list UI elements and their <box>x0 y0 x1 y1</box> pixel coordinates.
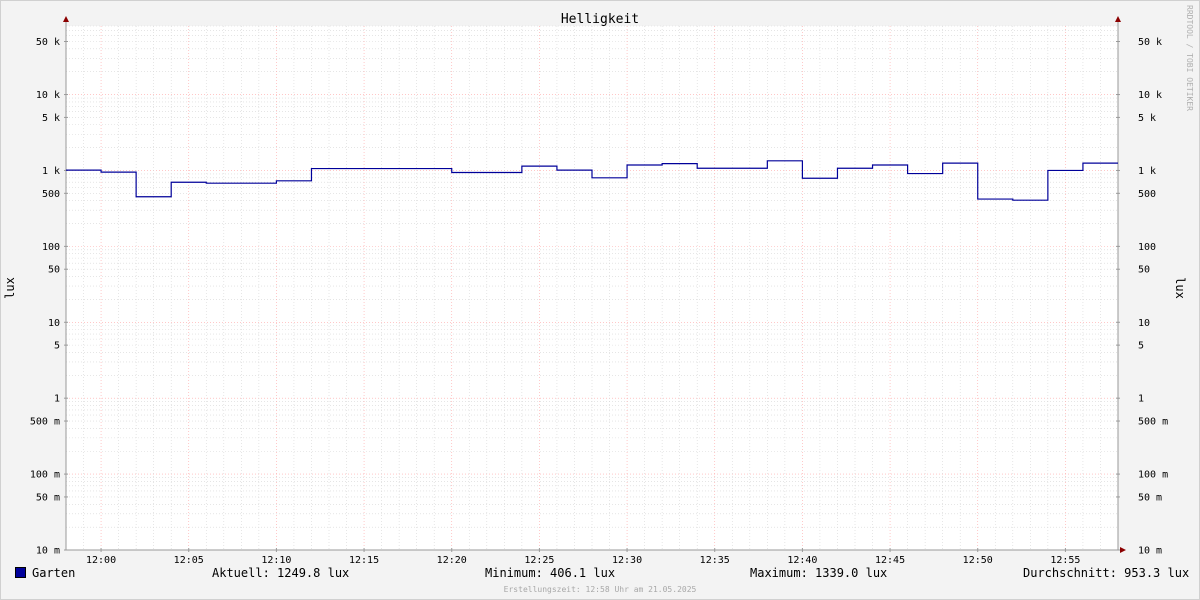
x-tick-label: 12:55 <box>1050 555 1080 566</box>
legend-swatch <box>15 567 26 578</box>
y-tick-label-left: 500 <box>42 189 60 200</box>
legend-series: Garten <box>15 566 75 580</box>
y-tick-label-left: 5 k <box>42 113 60 124</box>
tool-credit: RRDTOOL / TOBI OETIKER <box>1185 5 1194 111</box>
y-tick-label-left: 500 m <box>30 417 60 428</box>
legend-maximum: Maximum: 1339.0 lux <box>750 566 888 580</box>
y-tick-label-right: 5 <box>1138 341 1144 352</box>
y-tick-label-left: 50 k <box>36 37 60 48</box>
y-tick-label-right: 1 k <box>1138 166 1156 177</box>
legend-current: Aktuell: 1249.8 lux <box>212 566 350 580</box>
x-tick-label: 12:20 <box>437 555 467 566</box>
x-tick-label: 12:35 <box>700 555 730 566</box>
y-axis-arrow-right <box>1115 16 1121 22</box>
y-tick-label-right: 10 k <box>1138 90 1162 101</box>
y-tick-label-right: 100 <box>1138 242 1156 253</box>
x-tick-label: 12:40 <box>787 555 817 566</box>
y-tick-label-left: 5 <box>54 341 60 352</box>
y-tick-label-right: 5 k <box>1138 113 1156 124</box>
x-tick-label: 12:10 <box>261 555 291 566</box>
y-tick-label-left: 50 m <box>36 492 60 503</box>
chart: 50 k 50 k 10 k 10 k 5 k 5 k 1 k 1 k 500 500 100 100… <box>3 12 1187 566</box>
y-tick-label-right: 1 <box>1138 394 1144 405</box>
y-tick-label-left: 100 m <box>30 470 60 481</box>
x-tick-label: 12:45 <box>875 555 905 566</box>
y-tick-label-left: 10 m <box>36 546 60 557</box>
y-tick-label-right: 10 <box>1138 318 1150 329</box>
y-tick-label-right: 10 m <box>1138 546 1162 557</box>
x-tick-label: 12:25 <box>524 555 554 566</box>
y-tick-label-left: 1 k <box>42 166 60 177</box>
legend-series-name: Garten <box>32 566 76 580</box>
x-tick-label: 12:50 <box>963 555 993 566</box>
y-tick-label-right: 500 m <box>1138 417 1168 428</box>
y-axis-label-right: lux <box>1173 277 1187 299</box>
chart-title: Helligkeit <box>561 12 639 27</box>
x-axis-arrow <box>1120 547 1126 553</box>
x-tick-label: 12:00 <box>86 555 116 566</box>
y-tick-label-left: 10 <box>48 318 60 329</box>
y-axis-arrow-left <box>63 16 69 22</box>
y-tick-label-right: 500 <box>1138 189 1156 200</box>
y-tick-label-left: 10 k <box>36 90 60 101</box>
y-tick-label-right: 100 m <box>1138 470 1168 481</box>
legend-minimum: Minimum: 406.1 lux <box>485 566 616 580</box>
footer-timestamp: Erstellungszeit: 12:58 Uhr am 21.05.2025 <box>503 585 697 594</box>
x-tick-label: 12:30 <box>612 555 642 566</box>
y-tick-label-right: 50 m <box>1138 492 1162 503</box>
y-axis-label-left: lux <box>3 277 17 299</box>
y-tick-label-right: 50 <box>1138 265 1150 276</box>
x-tick-label: 12:05 <box>174 555 204 566</box>
y-tick-label-left: 100 <box>42 242 60 253</box>
y-tick-label-left: 50 <box>48 265 60 276</box>
y-tick-label-left: 1 <box>54 394 60 405</box>
x-tick-label: 12:15 <box>349 555 379 566</box>
y-tick-label-right: 50 k <box>1138 37 1162 48</box>
legend-average: Durchschnitt: 953.3 lux <box>1023 566 1190 580</box>
